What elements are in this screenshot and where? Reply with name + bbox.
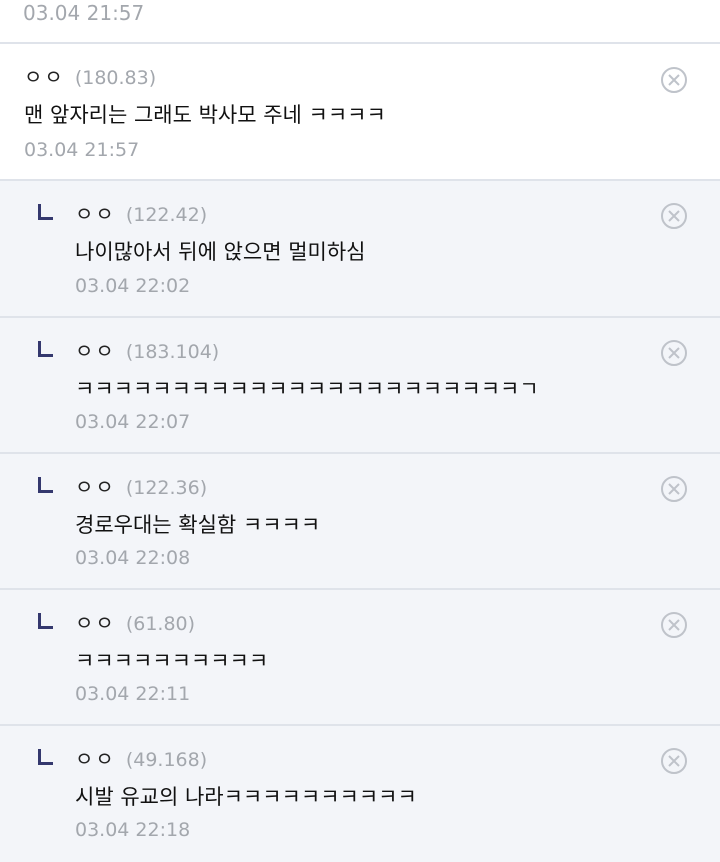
comment-text: 나이많아서 뒤에 앉으면 멀미하심 <box>75 240 366 264</box>
reply-arrow-icon <box>38 613 53 629</box>
comment-date: 03.04 22:11 <box>75 683 191 705</box>
delete-comment-button[interactable] <box>661 203 687 229</box>
comment-ip: (122.36) <box>125 477 208 499</box>
delete-comment-button[interactable] <box>661 340 687 366</box>
comment-date: 03.04 22:02 <box>75 275 191 297</box>
comment-date: 03.04 22:07 <box>75 411 191 433</box>
reply-item: ㅇㅇ (122.36) 경로우대는 확실함 ㅋㅋㅋㅋ 03.04 22:08 <box>0 454 720 590</box>
comment-date: 03.04 22:08 <box>75 547 191 569</box>
comment-date: 03.04 22:18 <box>75 819 191 841</box>
comment-nickname[interactable]: ㅇㅇ <box>75 335 116 364</box>
comment-date: 03.04 21:57 <box>23 1 145 25</box>
circle-x-icon <box>668 210 680 222</box>
reply-arrow-icon <box>38 341 53 357</box>
circle-x-icon <box>668 619 680 631</box>
comment-text: ㅋㅋㅋㅋㅋㅋㅋㅋㅋㅋㅋㅋㅋㅋㅋㅋㅋㅋㅋㅋㅋㅋㅋㄱ <box>75 377 539 401</box>
comment-date: 03.04 21:57 <box>24 139 140 161</box>
circle-x-icon <box>668 483 680 495</box>
comment-ip: (183.104) <box>125 341 220 363</box>
delete-comment-button[interactable] <box>661 67 687 93</box>
previous-comment-tail: 03.04 21:57 <box>0 0 720 44</box>
reply-arrow-icon <box>38 749 53 765</box>
comment-text: 맨 앞자리는 그래도 박사모 주네 ㅋㅋㅋㅋ <box>24 103 386 127</box>
comment-ip: (61.80) <box>125 613 196 635</box>
circle-x-icon <box>668 347 680 359</box>
reply-arrow-icon <box>38 477 53 493</box>
circle-x-icon <box>668 74 680 86</box>
reply-item: ㅇㅇ (183.104) ㅋㅋㅋㅋㅋㅋㅋㅋㅋㅋㅋㅋㅋㅋㅋㅋㅋㅋㅋㅋㅋㅋㅋㄱ 03… <box>0 318 720 454</box>
comment-ip: (49.168) <box>125 749 208 771</box>
comment-text: 경로우대는 확실함 ㅋㅋㅋㅋ <box>75 513 321 537</box>
comment-ip: (180.83) <box>74 67 157 89</box>
delete-comment-button[interactable] <box>661 748 687 774</box>
comment-item: ㅇㅇ (180.83) 맨 앞자리는 그래도 박사모 주네 ㅋㅋㅋㅋ 03.04… <box>0 44 720 181</box>
reply-arrow-icon <box>38 204 53 220</box>
comment-nickname[interactable]: ㅇㅇ <box>75 198 116 227</box>
comment-text: ㅋㅋㅋㅋㅋㅋㅋㅋㅋㅋ <box>75 649 269 673</box>
reply-item: ㅇㅇ (61.80) ㅋㅋㅋㅋㅋㅋㅋㅋㅋㅋ 03.04 22:11 <box>0 590 720 726</box>
comment-nickname[interactable]: ㅇㅇ <box>24 61 65 90</box>
comment-nickname[interactable]: ㅇㅇ <box>75 743 116 772</box>
delete-comment-button[interactable] <box>661 612 687 638</box>
comment-nickname[interactable]: ㅇㅇ <box>75 471 116 500</box>
comment-text: 시발 유교의 나라ㅋㅋㅋㅋㅋㅋㅋㅋㅋㅋ <box>75 785 417 809</box>
reply-item: ㅇㅇ (122.42) 나이많아서 뒤에 앉으면 멀미하심 03.04 22:0… <box>0 181 720 318</box>
delete-comment-button[interactable] <box>661 476 687 502</box>
comment-nickname[interactable]: ㅇㅇ <box>75 607 116 636</box>
comment-ip: (122.42) <box>125 204 208 226</box>
reply-item: ㅇㅇ (49.168) 시발 유교의 나라ㅋㅋㅋㅋㅋㅋㅋㅋㅋㅋ 03.04 22… <box>0 726 720 862</box>
circle-x-icon <box>668 755 680 767</box>
